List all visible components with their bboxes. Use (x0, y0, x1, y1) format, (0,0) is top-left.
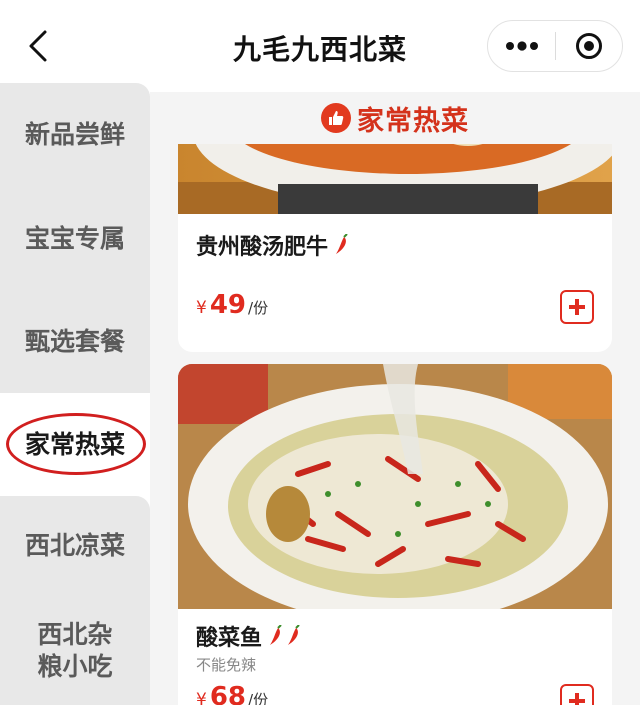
dish-list[interactable]: 贵州酸汤肥牛 ¥ 49 /份 酸菜鱼 不能免辣 ¥ 68 /份 家常热菜 (150, 92, 640, 705)
dish-photo (178, 364, 612, 609)
section-header: 家常热菜 (150, 92, 640, 144)
chili-pepper-icon (288, 625, 300, 645)
more-button[interactable] (488, 21, 555, 71)
sidebar-item-label: 家常热菜 (24, 429, 125, 459)
sidebar-item-label: 甄选套餐 (24, 326, 125, 356)
chili-pepper-icon (336, 234, 348, 254)
more-dots-icon (505, 41, 538, 51)
close-mini-program-button[interactable] (556, 21, 622, 71)
sidebar-item-new[interactable]: 新品尝鲜 (0, 83, 150, 187)
dish-card[interactable]: 酸菜鱼 不能免辣 ¥ 68 /份 (178, 364, 612, 705)
target-circle-icon (575, 33, 602, 59)
sidebar-item-home-hot-dishes[interactable]: 家常热菜 (0, 393, 150, 496)
sidebar-item-set-meal[interactable]: 甄选套餐 (0, 290, 150, 393)
plus-icon (569, 299, 585, 315)
sidebar-item-label: 宝宝专属 (24, 223, 125, 253)
mini-program-capsule (487, 20, 623, 72)
add-to-cart-button[interactable] (560, 684, 594, 705)
sidebar-item-snacks[interactable]: 西北杂粮小吃 (0, 596, 150, 705)
dish-name: 贵州酸汤肥牛 (196, 229, 350, 261)
sidebar-item-label: 新品尝鲜 (24, 120, 125, 150)
dish-price: ¥ 68 /份 (196, 682, 269, 705)
sidebar-item-label: 西北凉菜 (24, 531, 125, 561)
plus-icon (569, 693, 585, 705)
thumbs-up-icon (321, 103, 351, 133)
category-sidebar: 新品尝鲜 宝宝专属 甄选套餐 家常热菜 西北凉菜 西北杂粮小吃 (0, 83, 150, 705)
dish-name: 酸菜鱼 (196, 620, 302, 652)
dish-note: 不能免辣 (196, 656, 257, 674)
sidebar-item-label: 西北杂粮小吃 (37, 620, 113, 681)
sidebar-item-cold-dishes[interactable]: 西北凉菜 (0, 496, 150, 596)
dish-price: ¥ 49 /份 (196, 290, 269, 320)
chili-pepper-icon (270, 625, 282, 645)
section-title: 家常热菜 (357, 105, 469, 137)
top-nav-bar: 九毛九西北菜 (0, 0, 640, 92)
sidebar-item-baby[interactable]: 宝宝专属 (0, 187, 150, 290)
add-to-cart-button[interactable] (560, 290, 594, 324)
